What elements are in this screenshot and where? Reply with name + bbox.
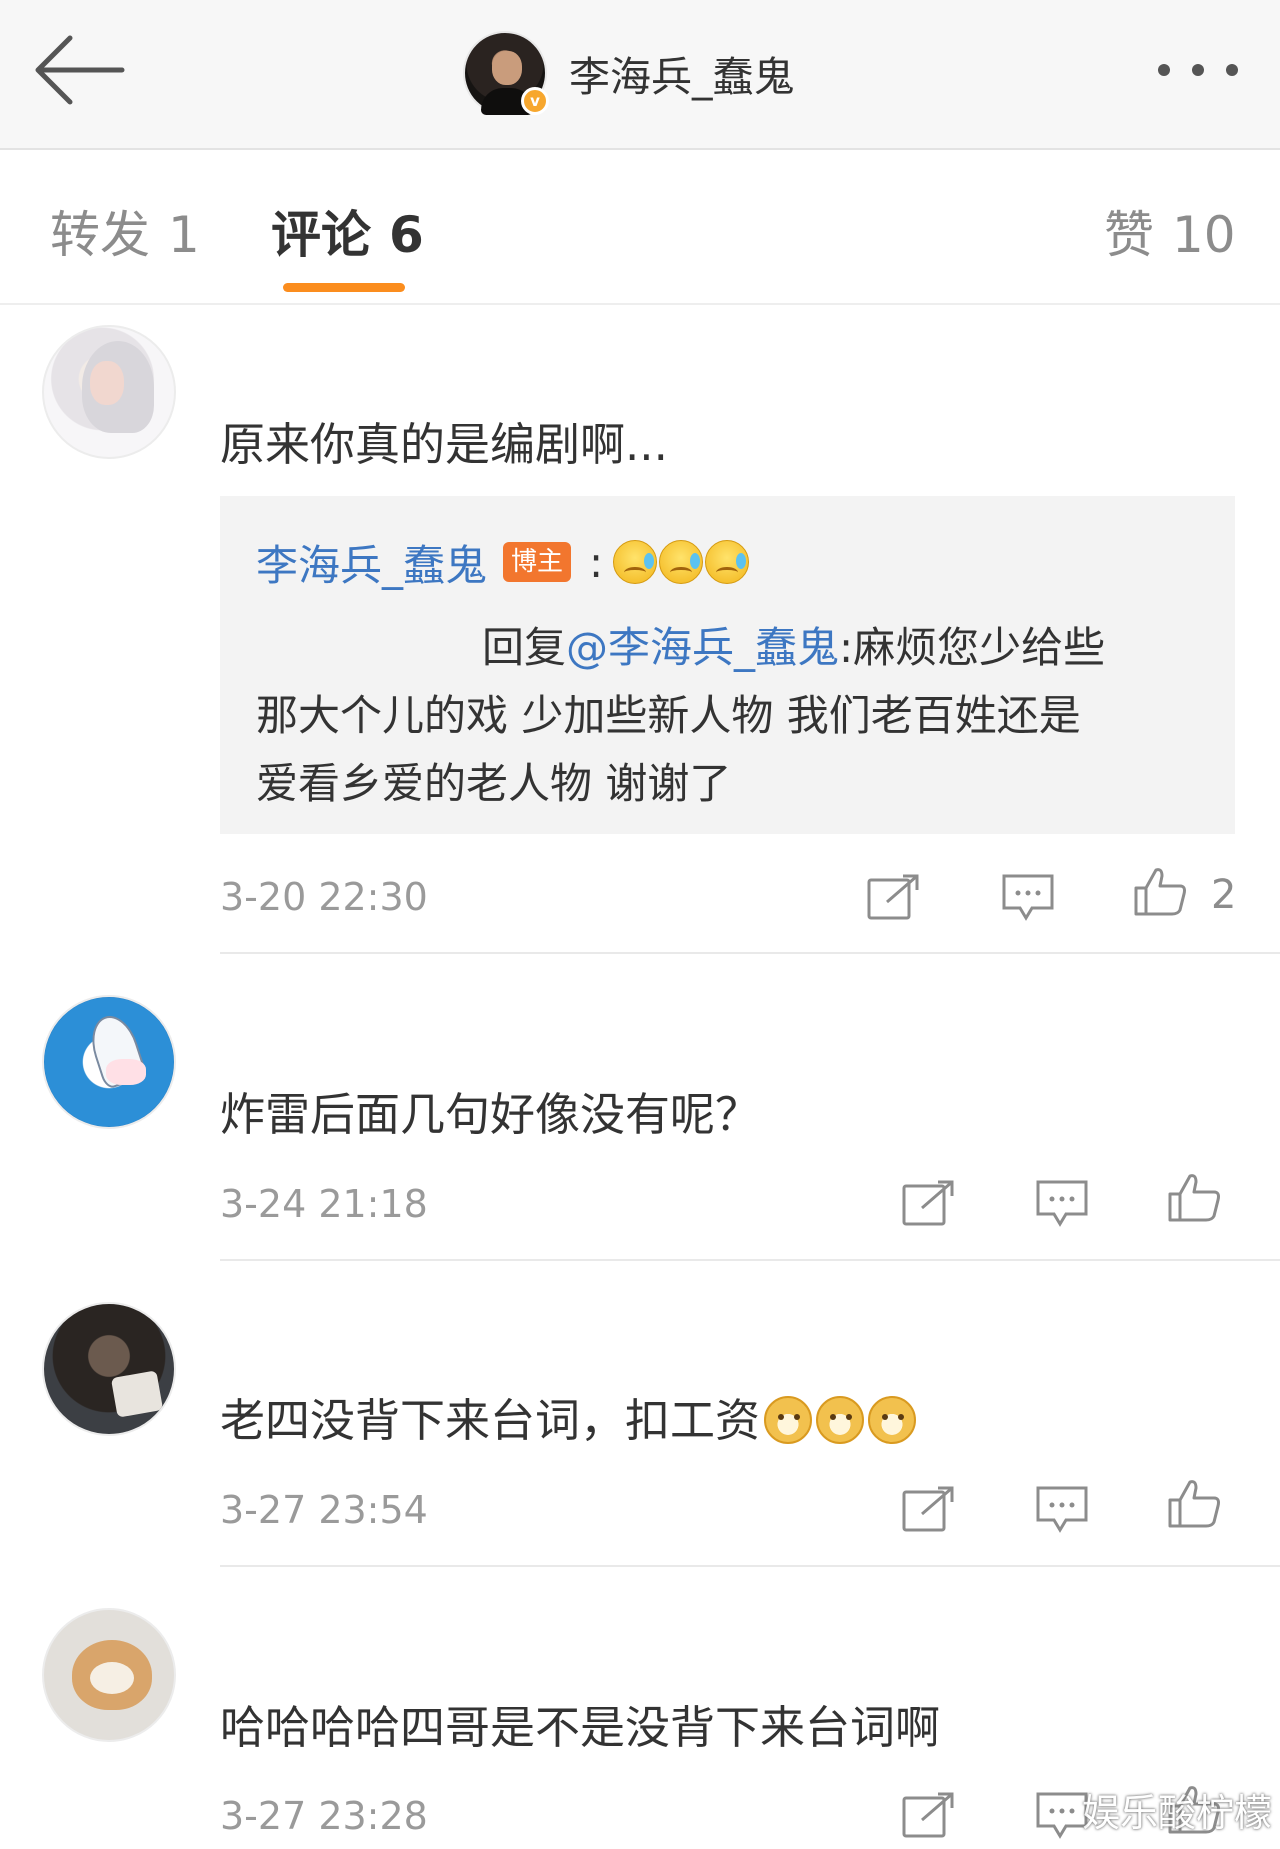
comment-text: 原来你真的是编剧啊... (220, 418, 668, 471)
repost-icon[interactable] (900, 1484, 956, 1534)
tab-comments-label: 评论 (271, 206, 371, 264)
watermark-text: 娱乐酸柠檬 (1082, 1791, 1273, 1835)
quote-line-2: 那大个儿的戏 少加些新人物 我们老百姓还是 (256, 691, 1081, 740)
commenter-avatar[interactable] (42, 1608, 176, 1742)
tab-reposts-count: 1 (168, 206, 200, 264)
tab-likes[interactable]: 赞 10 (1104, 195, 1236, 267)
sad-sweat-emoji-icon (613, 540, 658, 584)
comment-timestamp: 3-27 23:54 (220, 1488, 428, 1532)
comment-timestamp: 3-24 21:18 (220, 1182, 428, 1226)
repost-icon[interactable] (900, 1178, 956, 1228)
commenter-avatar[interactable] (42, 1302, 176, 1436)
like-count: 2 (1211, 872, 1237, 918)
divider (220, 1259, 1280, 1261)
quote-line-3: 爱看乡爱的老人物 谢谢了 (256, 759, 732, 808)
header-username[interactable]: 李海兵_蠢鬼 (569, 43, 795, 103)
reply-quote-box[interactable]: 李海兵_蠢鬼 博主 : 回复@李海兵_蠢鬼:麻烦您少给些 那大个儿的戏 少加些新… (220, 496, 1235, 834)
tab-likes-label: 赞 (1104, 206, 1154, 264)
divider (220, 1565, 1280, 1567)
comment-icon[interactable] (1000, 872, 1056, 922)
back-arrow-icon[interactable] (30, 30, 126, 110)
doge-emoji-icon (868, 1396, 917, 1444)
blogger-badge: 博主 (503, 542, 572, 582)
comment-text: 哈哈哈哈四哥是不是没背下来台词啊 (220, 1701, 941, 1754)
quote-reply-line: 回复@李海兵_蠢鬼:麻烦您少给些 (482, 614, 1105, 675)
sad-sweat-emoji-icon (659, 540, 704, 584)
tab-comments-count: 6 (389, 206, 424, 264)
tab-bar: 转发 1 评论 6 赞 10 (0, 150, 1280, 305)
avatar[interactable]: v (463, 31, 549, 115)
repost-icon[interactable] (900, 1790, 956, 1840)
tab-reposts-label: 转发 (50, 206, 150, 264)
comment-icon[interactable] (1034, 1484, 1090, 1534)
quote-author[interactable]: 李海兵_蠢鬼 (256, 532, 487, 593)
top-bar: v 李海兵_蠢鬼 (0, 0, 1280, 150)
repost-icon[interactable] (865, 872, 921, 922)
comment-text: 炸雷后面几句好像没有呢？ (220, 1088, 761, 1141)
like-icon[interactable] (1166, 1172, 1222, 1222)
reply-prefix: 回复 (482, 623, 567, 672)
tab-likes-count: 10 (1172, 206, 1236, 264)
tab-comments[interactable]: 评论 6 (271, 195, 424, 267)
active-tab-indicator (283, 283, 405, 292)
commenter-avatar[interactable] (42, 325, 176, 459)
comment-text: 老四没背下来台词，扣工资 (220, 1384, 917, 1449)
verified-icon: v (521, 87, 549, 115)
doge-emoji-icon (764, 1396, 813, 1444)
like-icon[interactable] (1166, 1478, 1222, 1528)
commenter-avatar[interactable] (42, 995, 176, 1129)
quote-line-1: :麻烦您少给些 (839, 623, 1106, 672)
sad-sweat-emoji-icon (705, 540, 750, 584)
more-options-icon[interactable] (1148, 45, 1248, 95)
comment-text-content: 老四没背下来台词，扣工资 (220, 1394, 761, 1447)
divider (220, 952, 1280, 954)
mention-link[interactable]: @李海兵_蠢鬼 (566, 623, 839, 672)
quote-colon: : (589, 537, 604, 587)
like-icon[interactable] (1132, 866, 1188, 916)
doge-emoji-icon (816, 1396, 865, 1444)
comment-icon[interactable] (1034, 1178, 1090, 1228)
comment-timestamp: 3-27 23:28 (220, 1794, 428, 1838)
comment-timestamp: 3-20 22:30 (220, 875, 428, 919)
header-user[interactable]: v 李海兵_蠢鬼 (463, 28, 795, 118)
tab-reposts[interactable]: 转发 1 (50, 195, 200, 267)
